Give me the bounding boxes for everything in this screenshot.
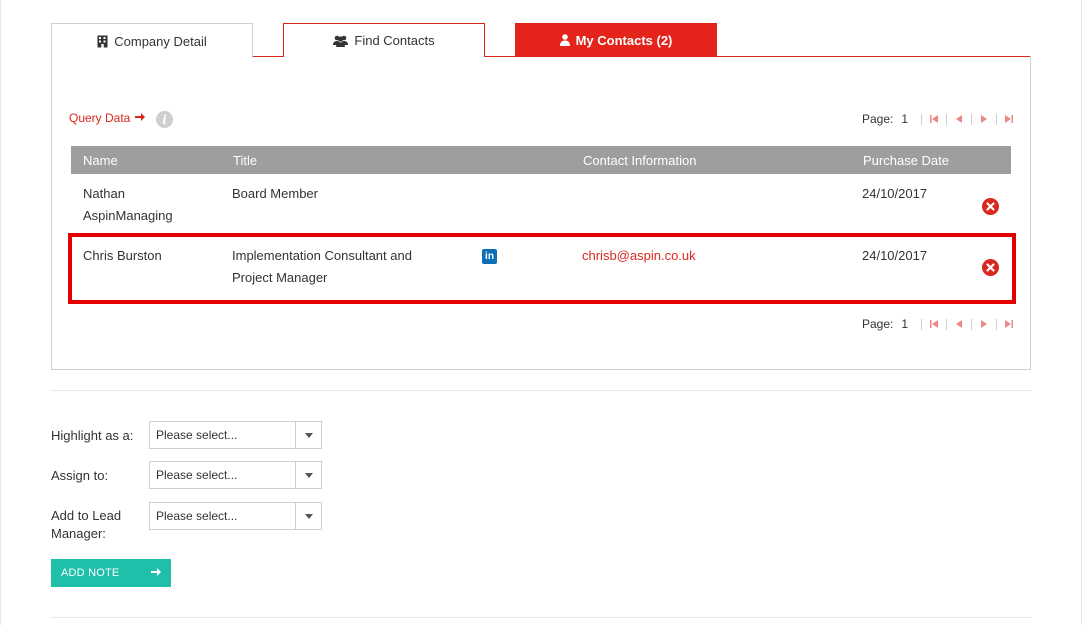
- next-page-icon[interactable]: [977, 318, 991, 330]
- tab-bar: Company Detail Find Contacts My Contacts…: [51, 23, 1031, 58]
- purchase-date: 24/10/2017: [862, 186, 928, 201]
- page-edge-left: [0, 0, 1, 625]
- next-page-icon[interactable]: [977, 113, 991, 125]
- contact-email-link[interactable]: chrisb@aspin.co.uk: [582, 245, 696, 267]
- prev-page-icon[interactable]: [952, 113, 966, 125]
- pager-top: Page: 1: [862, 111, 1016, 127]
- query-data-label: Query Data: [69, 111, 131, 125]
- first-page-icon[interactable]: [927, 113, 941, 125]
- user-icon: [559, 34, 570, 46]
- contact-name: Chris Burston: [83, 248, 162, 263]
- pager-current-page: 1: [901, 112, 909, 126]
- highlight-label: Highlight as a:: [51, 428, 134, 443]
- assign-select[interactable]: Please select...: [149, 461, 322, 489]
- table-row: Nathan AspinManaging Board Member 24/10/…: [71, 183, 1011, 235]
- chevron-down-icon[interactable]: [295, 503, 321, 529]
- tab-label: Find Contacts: [354, 33, 435, 48]
- last-page-icon[interactable]: [1002, 113, 1016, 125]
- building-icon: [97, 35, 108, 48]
- divider: [51, 390, 1031, 391]
- table-row: Chris Burston Implementation Consultant …: [71, 245, 1011, 297]
- select-value: Please select...: [156, 509, 238, 523]
- select-value: Please select...: [156, 428, 238, 442]
- tab-my-contacts[interactable]: My Contacts (2): [515, 23, 717, 57]
- info-icon[interactable]: i: [156, 111, 173, 128]
- assign-label: Assign to:: [51, 468, 109, 483]
- arrow-right-icon: [151, 567, 161, 580]
- pager-label: Page:: [862, 317, 894, 331]
- tab-company-detail[interactable]: Company Detail: [51, 23, 253, 58]
- highlight-select[interactable]: Please select...: [149, 421, 322, 449]
- contact-title: Implementation Consultant and Project Ma…: [232, 248, 412, 285]
- add-note-button[interactable]: ADD NOTE: [51, 559, 171, 587]
- add-note-label: ADD NOTE: [61, 567, 120, 579]
- prev-page-icon[interactable]: [952, 318, 966, 330]
- tab-label: My Contacts (2): [575, 32, 673, 48]
- arrow-right-icon: [135, 111, 146, 125]
- pager-bottom: Page: 1: [862, 316, 1016, 332]
- divider: [51, 617, 1031, 618]
- users-icon: [333, 35, 349, 47]
- table-header: Name Title Contact Information Purchase …: [71, 146, 1011, 174]
- lead-manager-label: Add to Lead Manager:: [51, 508, 122, 541]
- first-page-icon[interactable]: [927, 318, 941, 330]
- contact-title: Board Member: [232, 186, 318, 201]
- column-header-title[interactable]: Title: [233, 153, 257, 168]
- query-data-link[interactable]: Query Data: [69, 111, 146, 125]
- column-header-name[interactable]: Name: [83, 153, 118, 168]
- column-header-contact[interactable]: Contact Information: [583, 153, 696, 168]
- tab-label: Company Detail: [114, 33, 207, 49]
- contact-name: Nathan AspinManaging: [83, 186, 173, 223]
- linkedin-icon[interactable]: in: [482, 249, 497, 264]
- select-value: Please select...: [156, 468, 238, 482]
- chevron-down-icon[interactable]: [295, 422, 321, 448]
- purchase-date: 24/10/2017: [862, 248, 928, 263]
- remove-contact-icon[interactable]: [982, 198, 999, 215]
- remove-contact-icon[interactable]: [982, 259, 999, 276]
- pager-current-page: 1: [901, 317, 909, 331]
- column-header-date[interactable]: Purchase Date: [863, 153, 949, 168]
- pager-label: Page:: [862, 112, 894, 126]
- lead-manager-select[interactable]: Please select...: [149, 502, 322, 530]
- chevron-down-icon[interactable]: [295, 462, 321, 488]
- last-page-icon[interactable]: [1002, 318, 1016, 330]
- tab-find-contacts[interactable]: Find Contacts: [283, 23, 485, 57]
